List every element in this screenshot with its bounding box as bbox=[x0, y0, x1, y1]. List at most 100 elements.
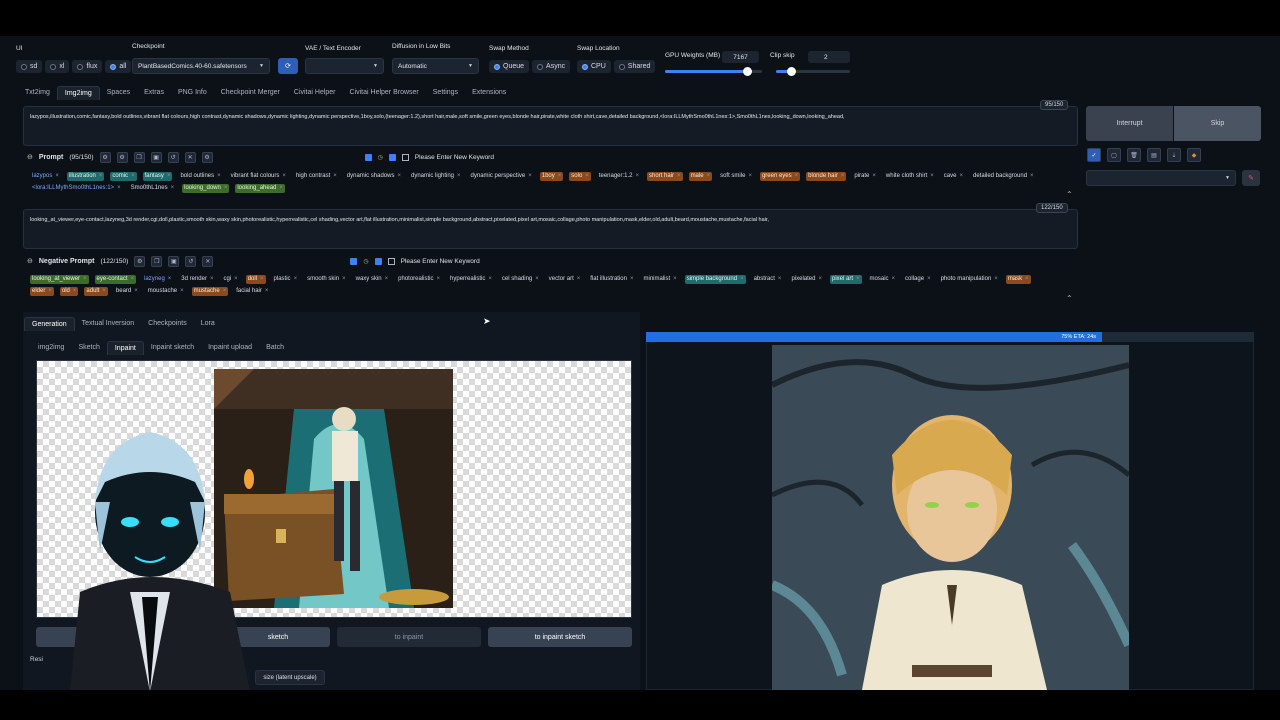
keyword-tag[interactable]: pixel art × bbox=[829, 275, 862, 284]
keyword-tag[interactable]: Smo0thL1nes × bbox=[129, 184, 177, 193]
gpu-weights-input[interactable]: 7167 bbox=[722, 51, 759, 63]
prompt-input[interactable]: lazypos,illustration,comic,fantasy,bold … bbox=[23, 106, 1078, 146]
tab-extras[interactable]: Extras bbox=[137, 86, 171, 100]
keyword-tag[interactable]: dynamic lighting × bbox=[409, 172, 463, 181]
keyword-tag[interactable]: white cloth shirt × bbox=[884, 172, 936, 181]
close-icon[interactable]: × bbox=[535, 275, 539, 284]
gen-tab-lora[interactable]: Lora bbox=[194, 317, 222, 331]
tab-extensions[interactable]: Extensions bbox=[465, 86, 513, 100]
close-icon[interactable]: × bbox=[994, 275, 998, 284]
tab-settings[interactable]: Settings bbox=[426, 86, 465, 100]
mode-tab-batch[interactable]: Batch bbox=[259, 341, 291, 355]
close-icon[interactable]: × bbox=[558, 172, 562, 181]
swap-location-cpu[interactable]: CPU bbox=[577, 60, 611, 73]
gear-icon[interactable]: ⚙ bbox=[116, 151, 128, 163]
close-icon[interactable]: × bbox=[223, 287, 227, 296]
negative-prompt-input[interactable]: looking_at_viewer,eye-contact,lazyneg,3d… bbox=[23, 209, 1078, 249]
close-icon[interactable]: × bbox=[673, 275, 677, 284]
close-icon[interactable]: × bbox=[585, 172, 589, 181]
collapse-icon[interactable]: ⊖ bbox=[27, 257, 33, 265]
clock-icon[interactable]: ◷ bbox=[363, 258, 368, 265]
close-icon[interactable]: × bbox=[577, 275, 581, 284]
keyword-tag[interactable]: short hair × bbox=[647, 172, 683, 181]
close-icon[interactable]: × bbox=[740, 275, 744, 284]
save-icon[interactable]: ▤ bbox=[1147, 148, 1161, 162]
keyword-tag[interactable]: looking_ahead × bbox=[235, 184, 285, 193]
keyword-tag[interactable]: adult × bbox=[84, 287, 108, 296]
ui-option-flux[interactable]: flux bbox=[72, 60, 103, 73]
close-icon[interactable]: × bbox=[83, 275, 87, 284]
keyword-tag[interactable]: simple background × bbox=[684, 275, 746, 284]
close-icon[interactable]: × bbox=[1025, 275, 1029, 284]
close-icon[interactable]: × bbox=[131, 172, 135, 181]
keyword-tag[interactable]: mustache × bbox=[191, 287, 229, 296]
keyword-tag[interactable]: looking_at_viewer × bbox=[30, 275, 89, 284]
checkbox-icon[interactable] bbox=[387, 257, 395, 265]
keyword-tag[interactable]: flat illustration × bbox=[588, 275, 635, 284]
output-image[interactable] bbox=[772, 345, 1129, 690]
close-icon[interactable]: × bbox=[265, 287, 269, 296]
keyword-tag[interactable]: 1boy × bbox=[539, 172, 564, 181]
close-icon[interactable]: × bbox=[385, 275, 389, 284]
close-icon[interactable]: × bbox=[217, 172, 221, 181]
keyword-tag[interactable]: dynamic shadows × bbox=[345, 172, 403, 181]
close-icon[interactable]: × bbox=[234, 275, 238, 284]
close-icon[interactable]: × bbox=[397, 172, 401, 181]
keyword-tag[interactable]: photorealistic × bbox=[396, 275, 442, 284]
clock-icon[interactable]: ◷ bbox=[378, 154, 383, 161]
ui-option-all[interactable]: all bbox=[105, 60, 132, 73]
keyword-tag[interactable]: pirate × bbox=[852, 172, 878, 181]
keyword-tag[interactable]: solo × bbox=[569, 172, 591, 181]
trash-icon[interactable]: ✕ bbox=[184, 151, 196, 163]
settings-icon[interactable]: ⚙ bbox=[99, 151, 111, 163]
keyword-tag[interactable]: moustache × bbox=[146, 287, 186, 296]
copy-to-inpaint-button[interactable]: to inpaint bbox=[337, 627, 481, 647]
paste-icon[interactable]: ▣ bbox=[168, 255, 180, 267]
keyword-tag[interactable]: soft smile × bbox=[718, 172, 754, 181]
close-icon[interactable]: × bbox=[117, 184, 121, 193]
vae-select[interactable]: ▼ bbox=[305, 58, 384, 74]
diffusion-select[interactable]: Automatic ▼ bbox=[392, 58, 479, 74]
keyword-tag[interactable]: dynamic perspective × bbox=[469, 172, 534, 181]
keyword-tag[interactable]: bold outlines × bbox=[178, 172, 222, 181]
trash-icon[interactable]: 🗑 bbox=[1127, 148, 1141, 162]
collapse-up-icon[interactable]: ⌃ bbox=[1066, 190, 1073, 199]
close-icon[interactable]: × bbox=[856, 275, 860, 284]
keyword-tag[interactable]: male × bbox=[688, 172, 713, 181]
refresh-button[interactable]: ⟳ bbox=[278, 58, 298, 74]
keyword-tag[interactable]: illustration × bbox=[66, 172, 105, 181]
copy-to-inpaint-sketch-button[interactable]: to inpaint sketch bbox=[488, 627, 632, 647]
close-icon[interactable]: × bbox=[282, 172, 286, 181]
mode-tab-inpaint[interactable]: Inpaint bbox=[106, 341, 144, 355]
gear-icon[interactable]: ⚙ bbox=[201, 151, 213, 163]
close-icon[interactable]: × bbox=[677, 172, 681, 181]
undo-icon[interactable]: ↺ bbox=[167, 151, 179, 163]
close-icon[interactable]: × bbox=[892, 275, 896, 284]
close-icon[interactable]: × bbox=[279, 184, 283, 193]
close-icon[interactable]: × bbox=[930, 172, 934, 181]
slider-handle[interactable] bbox=[743, 67, 753, 76]
close-icon[interactable]: × bbox=[959, 172, 963, 181]
keyword-tag[interactable]: minimalist × bbox=[642, 275, 679, 284]
keyword-tag[interactable]: <lora:ILLMythSmo0thL1nes:1> × bbox=[30, 184, 123, 193]
swap-method-queue[interactable]: Queue bbox=[489, 60, 530, 73]
check-icon[interactable]: ✓ bbox=[1087, 148, 1101, 162]
interrupt-button[interactable]: Interrupt bbox=[1086, 106, 1173, 141]
keyword-tag[interactable]: plastic × bbox=[272, 275, 300, 284]
close-icon[interactable]: × bbox=[294, 275, 298, 284]
close-icon[interactable]: × bbox=[48, 287, 52, 296]
close-icon[interactable]: × bbox=[167, 172, 171, 181]
keyword-tag[interactable]: cave × bbox=[942, 172, 965, 181]
keyword-tag[interactable]: facial hair × bbox=[234, 287, 270, 296]
box-icon[interactable]: ◆ bbox=[1187, 148, 1201, 162]
keyword-tag[interactable]: mask × bbox=[1005, 275, 1031, 284]
keyword-tag[interactable]: teenager:1.2 × bbox=[597, 172, 641, 181]
ui-option-xl[interactable]: xl bbox=[45, 60, 70, 73]
close-icon[interactable]: × bbox=[528, 172, 532, 181]
keyword-tag[interactable]: lazypos × bbox=[30, 172, 61, 181]
mode-tab-inpaint-sketch[interactable]: Inpaint sketch bbox=[144, 341, 201, 355]
close-icon[interactable]: × bbox=[927, 275, 931, 284]
close-icon[interactable]: × bbox=[841, 172, 845, 181]
close-icon[interactable]: × bbox=[1030, 172, 1034, 181]
close-icon[interactable]: × bbox=[457, 172, 461, 181]
